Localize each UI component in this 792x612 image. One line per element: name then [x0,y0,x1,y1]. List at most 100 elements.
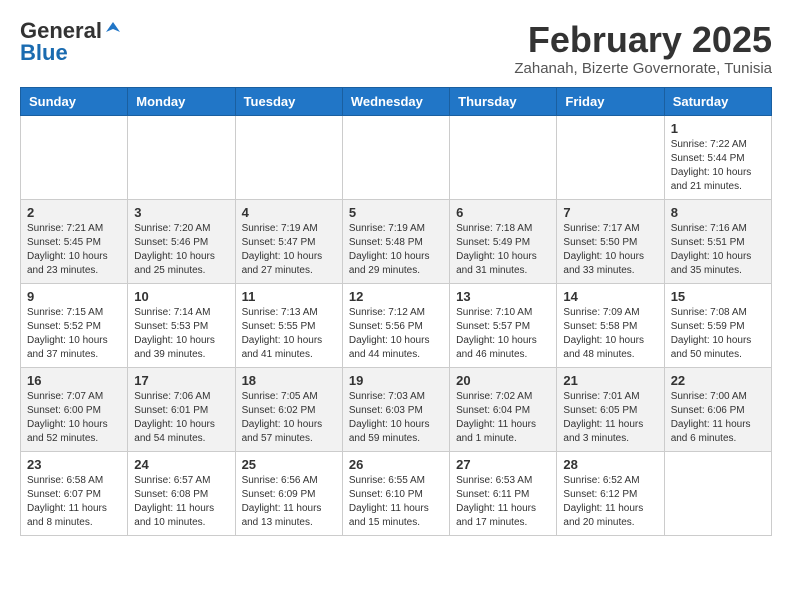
day-info: Sunrise: 7:07 AM Sunset: 6:00 PM Dayligh… [27,390,121,446]
calendar-cell: 21 Sunrise: 7:01 AM Sunset: 6:05 PM Dayli… [557,367,664,451]
calendar-cell: 10 Sunrise: 7:14 AM Sunset: 5:53 PM Dayli… [128,283,235,367]
day-number: 16 [27,373,121,388]
calendar-cell: 5 Sunrise: 7:19 AM Sunset: 5:48 PM Daylig… [342,199,449,283]
day-number: 26 [349,457,443,472]
calendar-week-row: 2 Sunrise: 7:21 AM Sunset: 5:45 PM Daylig… [21,199,772,283]
day-number: 27 [456,457,550,472]
day-number: 4 [242,205,336,220]
day-number: 18 [242,373,336,388]
calendar-cell: 25 Sunrise: 6:56 AM Sunset: 6:09 PM Dayli… [235,451,342,535]
day-number: 1 [671,121,765,136]
calendar-cell: 12 Sunrise: 7:12 AM Sunset: 5:56 PM Dayli… [342,283,449,367]
calendar-cell: 15 Sunrise: 7:08 AM Sunset: 5:59 PM Dayli… [664,283,771,367]
weekday-header-saturday: Saturday [664,87,771,115]
calendar-table: SundayMondayTuesdayWednesdayThursdayFrid… [20,87,772,536]
day-info: Sunrise: 7:01 AM Sunset: 6:05 PM Dayligh… [563,390,657,446]
calendar-cell: 1 Sunrise: 7:22 AM Sunset: 5:44 PM Daylig… [664,115,771,199]
calendar-cell [128,115,235,199]
day-number: 13 [456,289,550,304]
day-info: Sunrise: 7:14 AM Sunset: 5:53 PM Dayligh… [134,306,228,362]
day-number: 24 [134,457,228,472]
day-info: Sunrise: 7:21 AM Sunset: 5:45 PM Dayligh… [27,222,121,278]
calendar-cell: 19Sunrise: 7:03 AM Sunset: 6:03 PM Dayli… [342,367,449,451]
weekday-header-friday: Friday [557,87,664,115]
day-number: 12 [349,289,443,304]
calendar-cell: 26Sunrise: 6:55 AM Sunset: 6:10 PM Dayli… [342,451,449,535]
calendar-cell: 6 Sunrise: 7:18 AM Sunset: 5:49 PM Daylig… [450,199,557,283]
weekday-header-tuesday: Tuesday [235,87,342,115]
calendar-cell: 18 Sunrise: 7:05 AM Sunset: 6:02 PM Dayli… [235,367,342,451]
location-subtitle: Zahanah, Bizerte Governorate, Tunisia [514,60,772,77]
calendar-cell: 8 Sunrise: 7:16 AM Sunset: 5:51 PM Daylig… [664,199,771,283]
calendar-cell: 2 Sunrise: 7:21 AM Sunset: 5:45 PM Daylig… [21,199,128,283]
day-info: Sunrise: 7:16 AM Sunset: 5:51 PM Dayligh… [671,222,765,278]
weekday-header-thursday: Thursday [450,87,557,115]
day-info: Sunrise: 7:06 AM Sunset: 6:01 PM Dayligh… [134,390,228,446]
weekday-header-monday: Monday [128,87,235,115]
calendar-cell [664,451,771,535]
day-number: 2 [27,205,121,220]
day-info: Sunrise: 7:02 AM Sunset: 6:04 PM Dayligh… [456,390,550,446]
logo-blue-text: Blue [20,42,68,64]
logo-general-text: General [20,20,102,42]
day-info: Sunrise: 6:56 AM Sunset: 6:09 PM Dayligh… [242,474,336,530]
day-number: 15 [671,289,765,304]
day-info: Sunrise: 7:22 AM Sunset: 5:44 PM Dayligh… [671,138,765,194]
calendar-cell: 17 Sunrise: 7:06 AM Sunset: 6:01 PM Dayli… [128,367,235,451]
day-number: 10 [134,289,228,304]
calendar-cell [342,115,449,199]
day-info: Sunrise: 7:17 AM Sunset: 5:50 PM Dayligh… [563,222,657,278]
calendar-cell [450,115,557,199]
calendar-cell [235,115,342,199]
day-number: 14 [563,289,657,304]
day-number: 23 [27,457,121,472]
calendar-week-row: 23 Sunrise: 6:58 AM Sunset: 6:07 PM Dayli… [21,451,772,535]
day-number: 25 [242,457,336,472]
day-info: Sunrise: 7:05 AM Sunset: 6:02 PM Dayligh… [242,390,336,446]
weekday-header-sunday: Sunday [21,87,128,115]
day-info: Sunrise: 7:09 AM Sunset: 5:58 PM Dayligh… [563,306,657,362]
day-info: Sunrise: 7:00 AM Sunset: 6:06 PM Dayligh… [671,390,765,446]
day-info: Sunrise: 7:13 AM Sunset: 5:55 PM Dayligh… [242,306,336,362]
day-number: 6 [456,205,550,220]
title-section: February 2025 Zahanah, Bizerte Governora… [514,20,772,77]
calendar-cell: 7Sunrise: 7:17 AM Sunset: 5:50 PM Daylig… [557,199,664,283]
day-info: Sunrise: 7:12 AM Sunset: 5:56 PM Dayligh… [349,306,443,362]
day-number: 9 [27,289,121,304]
calendar-week-row: 9 Sunrise: 7:15 AM Sunset: 5:52 PM Daylig… [21,283,772,367]
calendar-cell: 23 Sunrise: 6:58 AM Sunset: 6:07 PM Dayli… [21,451,128,535]
calendar-cell: 20 Sunrise: 7:02 AM Sunset: 6:04 PM Dayli… [450,367,557,451]
day-number: 21 [563,373,657,388]
day-info: Sunrise: 7:15 AM Sunset: 5:52 PM Dayligh… [27,306,121,362]
calendar-week-row: 1 Sunrise: 7:22 AM Sunset: 5:44 PM Daylig… [21,115,772,199]
day-number: 11 [242,289,336,304]
page-header: General Blue February 2025 Zahanah, Bize… [20,20,772,77]
calendar-week-row: 16 Sunrise: 7:07 AM Sunset: 6:00 PM Dayli… [21,367,772,451]
calendar-cell [557,115,664,199]
day-info: Sunrise: 6:58 AM Sunset: 6:07 PM Dayligh… [27,474,121,530]
day-info: Sunrise: 7:19 AM Sunset: 5:48 PM Dayligh… [349,222,443,278]
day-info: Sunrise: 7:10 AM Sunset: 5:57 PM Dayligh… [456,306,550,362]
day-number: 8 [671,205,765,220]
calendar-cell: 14 Sunrise: 7:09 AM Sunset: 5:58 PM Dayli… [557,283,664,367]
calendar-cell: 16 Sunrise: 7:07 AM Sunset: 6:00 PM Dayli… [21,367,128,451]
day-number: 5 [349,205,443,220]
calendar-cell: 27Sunrise: 6:53 AM Sunset: 6:11 PM Dayli… [450,451,557,535]
calendar-cell: 9 Sunrise: 7:15 AM Sunset: 5:52 PM Daylig… [21,283,128,367]
logo-bird-icon [104,20,122,38]
calendar-cell: 24 Sunrise: 6:57 AM Sunset: 6:08 PM Dayli… [128,451,235,535]
day-info: Sunrise: 7:08 AM Sunset: 5:59 PM Dayligh… [671,306,765,362]
calendar-cell: 22Sunrise: 7:00 AM Sunset: 6:06 PM Dayli… [664,367,771,451]
calendar-cell: 3Sunrise: 7:20 AM Sunset: 5:46 PM Daylig… [128,199,235,283]
day-info: Sunrise: 6:57 AM Sunset: 6:08 PM Dayligh… [134,474,228,530]
day-number: 3 [134,205,228,220]
day-number: 28 [563,457,657,472]
day-number: 20 [456,373,550,388]
month-title: February 2025 [514,20,772,60]
logo: General Blue [20,20,122,64]
weekday-header-row: SundayMondayTuesdayWednesdayThursdayFrid… [21,87,772,115]
day-info: Sunrise: 7:18 AM Sunset: 5:49 PM Dayligh… [456,222,550,278]
day-number: 19 [349,373,443,388]
day-number: 17 [134,373,228,388]
calendar-cell [21,115,128,199]
